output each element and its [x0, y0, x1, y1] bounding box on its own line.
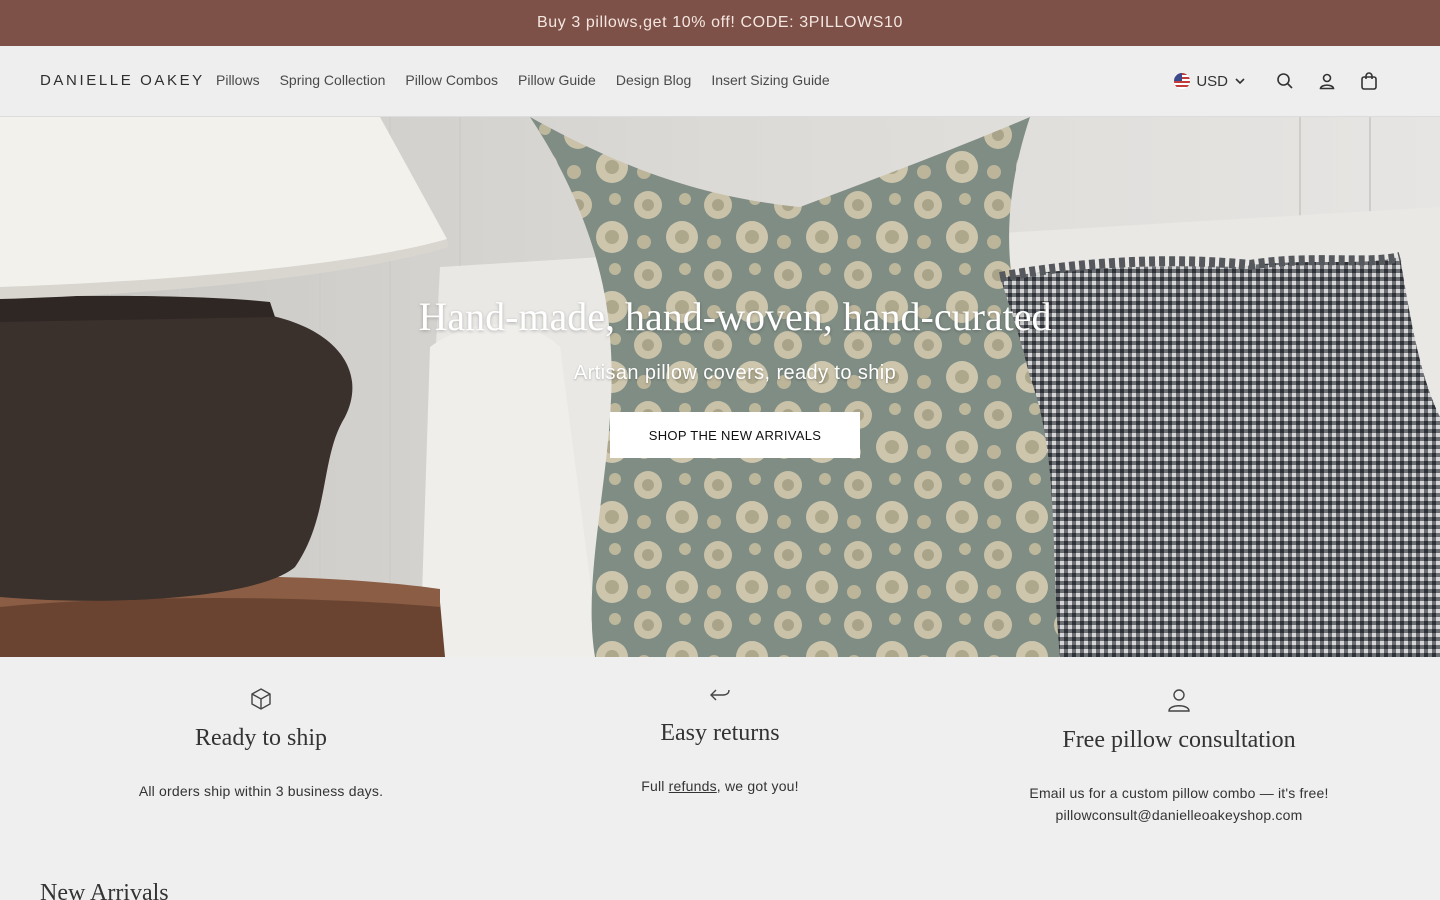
announcement-bar: Buy 3 pillows,get 10% off! CODE: 3PILLOW… [0, 0, 1440, 46]
feature-text-line1: Email us for a custom pillow combo — it'… [1029, 785, 1329, 801]
features-section: Ready to ship All orders ship within 3 b… [0, 657, 1440, 900]
hero-subtitle: Artisan pillow covers, ready to ship [573, 362, 897, 384]
site-logo[interactable]: DANIELLE OAKEY [40, 72, 205, 89]
us-flag-icon [1174, 73, 1191, 89]
chevron-down-icon [1235, 78, 1245, 85]
feature-text: All orders ship within 3 business days. [138, 783, 384, 799]
shop-new-arrivals-button[interactable]: SHOP THE NEW ARRIVALS [610, 412, 860, 458]
person-icon [1168, 689, 1190, 712]
feature-text-start: Full [641, 778, 669, 794]
nav-item-pillows[interactable]: Pillows [216, 72, 260, 88]
new-arrivals-heading: New Arrivals [40, 880, 169, 900]
nav-item-insert-sizing-guide[interactable]: Insert Sizing Guide [711, 72, 829, 88]
announcement-text: Buy 3 pillows,get 10% off! CODE: 3PILLOW… [536, 14, 904, 31]
feature-ready-to-ship: Ready to ship All orders ship within 3 b… [31, 687, 491, 802]
feature-text: Email us for a custom pillow combo — it'… [949, 782, 1409, 826]
nav-item-pillow-guide[interactable]: Pillow Guide [518, 72, 596, 88]
search-icon [1277, 73, 1293, 89]
hero-title: Hand-made, hand-woven, hand-curated [418, 294, 1052, 339]
site-header: DANIELLE OAKEY Pillows Spring Collection… [0, 46, 1440, 117]
feature-title: Ready to ship [195, 725, 327, 751]
shopping-bag-icon [1361, 72, 1377, 90]
feature-title: Free pillow consultation [1062, 727, 1296, 753]
feature-text-end: , we got you! [716, 778, 799, 794]
account-icon [1319, 73, 1335, 90]
consultation-email[interactable]: pillowconsult@danielleoakeyshop.com [1056, 807, 1303, 823]
refunds-link[interactable]: refunds [669, 778, 717, 794]
hero-image [0, 117, 1440, 657]
search-button[interactable] [1264, 66, 1306, 96]
hero-banner: Hand-made, hand-woven, hand-curated Arti… [0, 117, 1440, 657]
nav-item-design-blog[interactable]: Design Blog [616, 72, 692, 88]
currency-selector[interactable]: USD [1174, 73, 1246, 90]
nav-item-spring-collection[interactable]: Spring Collection [280, 72, 386, 88]
feature-free-consultation: Free pillow consultation Email us for a … [949, 687, 1409, 826]
cart-button[interactable] [1348, 66, 1390, 96]
feature-title: Easy returns [660, 720, 780, 746]
feature-text: Full refunds, we got you! [490, 775, 950, 797]
box-icon [251, 688, 271, 710]
nav-item-pillow-combos[interactable]: Pillow Combos [405, 72, 498, 88]
account-button[interactable] [1306, 66, 1348, 96]
currency-label: USD [1196, 72, 1228, 90]
return-arrow-icon [710, 689, 730, 701]
main-nav: Pillows Spring Collection Pillow Combos … [216, 72, 830, 88]
header-actions: USD [1174, 66, 1390, 96]
feature-easy-returns: Easy returns Full refunds, we got you! [490, 684, 950, 797]
